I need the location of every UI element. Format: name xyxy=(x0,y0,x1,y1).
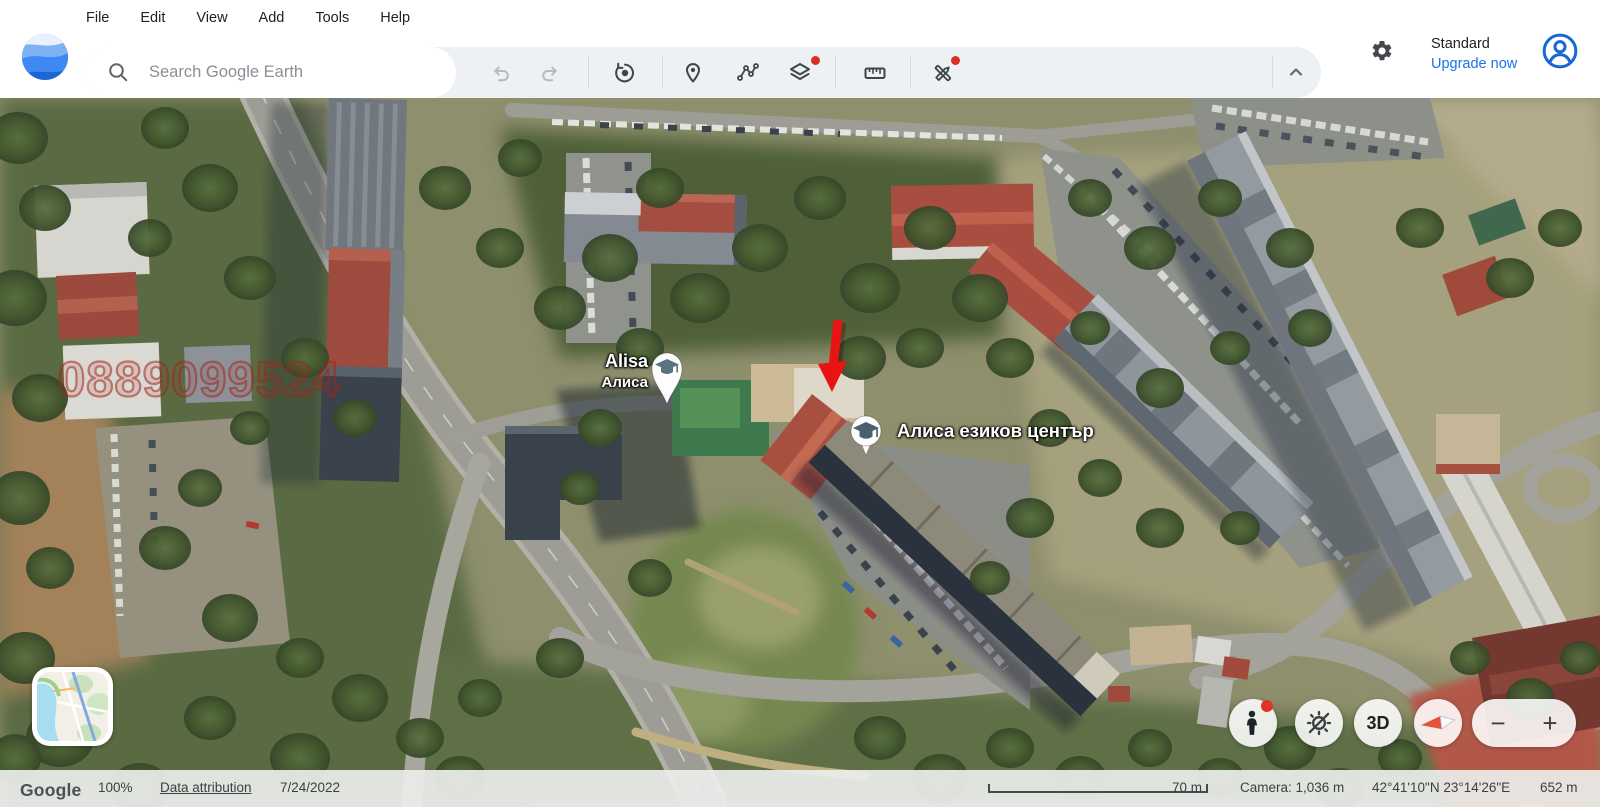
menu-bar: File Edit View Add Tools Help xyxy=(86,10,410,26)
compass-needle-icon xyxy=(1416,701,1460,745)
coordinates: 42°41'10"N 23°14'26"E xyxy=(1372,780,1510,795)
pegman-badge xyxy=(1261,700,1273,712)
search-input[interactable] xyxy=(149,47,439,98)
placemark-language-center[interactable] xyxy=(849,415,883,457)
upgrade-link[interactable]: Upgrade now xyxy=(1431,56,1517,72)
menu-add[interactable]: Add xyxy=(259,10,285,26)
google-wordmark: Google xyxy=(20,780,81,801)
map-viewport[interactable]: 0889099524 Alisa Алиса Алиса езиков цент… xyxy=(0,98,1600,807)
pegman-icon xyxy=(1240,709,1266,737)
map-label-alisa-sub: Алиса xyxy=(602,374,648,391)
overview-minimap[interactable] xyxy=(32,667,113,746)
zoom-controls: − + xyxy=(1472,699,1576,747)
sun-off-icon xyxy=(1305,709,1333,737)
search-box[interactable] xyxy=(85,47,456,98)
layers-icon[interactable] xyxy=(788,61,812,85)
zoom-in-button[interactable]: + xyxy=(1524,699,1576,747)
scale-label: 70 m xyxy=(1172,780,1202,795)
map-label-language-center: Алиса езиков център xyxy=(897,420,1094,442)
satellite-map[interactable] xyxy=(0,98,1600,807)
tools-badge xyxy=(951,56,960,65)
plan-label: Standard xyxy=(1431,36,1490,52)
historical-imagery-icon[interactable] xyxy=(613,61,637,85)
settings-gear-icon[interactable] xyxy=(1370,39,1394,63)
imagery-date: 7/24/2022 xyxy=(280,780,340,795)
menu-tools[interactable]: Tools xyxy=(315,10,349,26)
map-label-alisa: Alisa xyxy=(605,351,648,372)
sun-light-button[interactable] xyxy=(1295,699,1343,747)
add-placemark-icon[interactable] xyxy=(681,61,705,85)
redo-icon[interactable] xyxy=(538,61,562,85)
header: File Edit View Add Tools Help xyxy=(0,0,1600,98)
menu-edit[interactable]: Edit xyxy=(140,10,165,26)
data-attribution-link[interactable]: Data attribution xyxy=(160,780,252,795)
status-bar: Google 100% Data attribution 7/24/2022 7… xyxy=(0,770,1600,807)
account-avatar-icon[interactable] xyxy=(1541,32,1579,70)
drawing-tools-icon[interactable] xyxy=(931,61,955,85)
undo-icon[interactable] xyxy=(489,61,513,85)
search-icon xyxy=(106,60,130,84)
menu-help[interactable]: Help xyxy=(380,10,410,26)
google-earth-app: 0889099524 Alisa Алиса Алиса езиков цент… xyxy=(0,0,1600,807)
google-earth-logo-icon[interactable] xyxy=(21,33,69,81)
menu-file[interactable]: File xyxy=(86,10,109,26)
elevation: 652 m xyxy=(1540,780,1578,795)
layers-badge xyxy=(811,56,820,65)
3d-toggle-button[interactable]: 3D xyxy=(1354,699,1402,747)
menu-view[interactable]: View xyxy=(196,10,227,26)
zoom-out-button[interactable]: − xyxy=(1472,699,1524,747)
3d-label: 3D xyxy=(1366,713,1389,734)
imagery-zoom-percent: 100% xyxy=(98,780,133,795)
collapse-toolbar-icon[interactable] xyxy=(1284,60,1308,84)
placemark-alisa-pin[interactable] xyxy=(647,348,687,410)
watermark-phone: 0889099524 xyxy=(58,352,341,408)
minimap-image xyxy=(37,672,108,741)
compass-button[interactable] xyxy=(1414,699,1462,747)
measure-icon[interactable] xyxy=(863,61,887,85)
draw-path-icon[interactable] xyxy=(736,61,760,85)
camera-altitude: Camera: 1,036 m xyxy=(1240,780,1344,795)
